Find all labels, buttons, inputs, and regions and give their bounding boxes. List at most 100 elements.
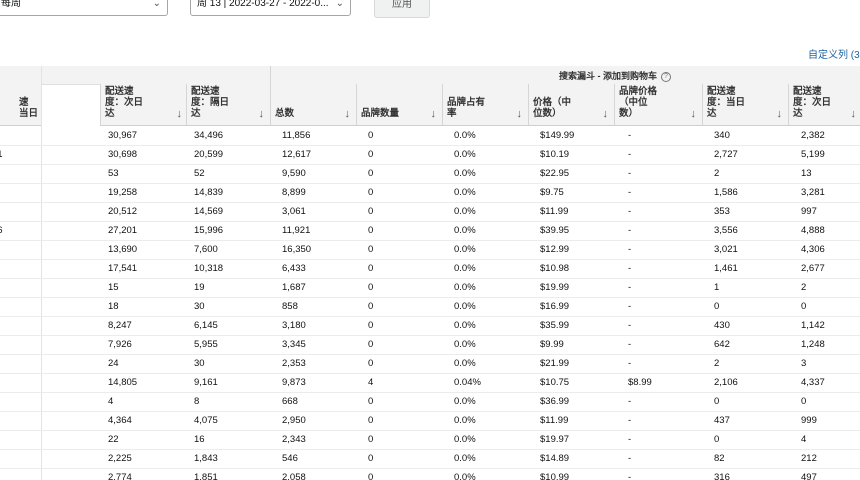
table-cell: - [628,187,632,198]
table-cell: $19.99 [540,282,570,293]
help-icon[interactable]: ? [661,72,671,82]
table-cell: 7,600 [194,244,218,255]
column-header-6[interactable]: 价格（中 位数） ↓ [528,84,614,126]
table-cell: 999 [801,415,817,426]
table-row: 217,54110,3186,43300.0%$10.98-1,4612,677 [0,259,860,279]
table-cell: 0 [368,358,374,369]
column-header-9[interactable]: 配送速 度：次日 达 ↓ [788,84,860,126]
table-row: 530,96734,49611,85600.0%$149.99-3402,382 [0,126,860,146]
table-cell: 2,058 [282,472,306,480]
table-cell: 0.0% [454,415,476,426]
table-cell: 15,996 [194,225,224,236]
column-header-label: 配送速 度：次日 达 [793,86,832,119]
column-header-7[interactable]: 品牌价格 （中位 数） ↓ [614,84,702,126]
table-cell: 0.0% [454,472,476,480]
apply-button[interactable]: 应用 [374,0,430,18]
table-cell: $19.97 [540,434,570,445]
table-cell: 0.0% [454,320,476,331]
sort-arrow-icon[interactable]: ↓ [603,108,609,120]
table-cell: 0.0% [454,282,476,293]
sort-arrow-icon[interactable]: ↓ [851,108,857,120]
table-cell: 0 [368,168,374,179]
table-cell: 1,586 [714,187,738,198]
table-cell: 7,926 [108,339,132,350]
table-cell: $9.75 [540,187,564,198]
table-cell: 0.0% [454,187,476,198]
sort-arrow-icon[interactable]: ↓ [259,108,265,120]
column-header-1[interactable]: 配送速 度：次日 达 ↓ [100,84,188,126]
column-header-label: 总数 [275,108,295,119]
table-cell: $35.99 [540,320,570,331]
sort-arrow-icon[interactable]: ↓ [691,108,697,120]
table-cell: 1,687 [282,282,306,293]
table-cell: 0.0% [454,206,476,217]
sort-arrow-icon[interactable]: ↓ [517,108,523,120]
table-cell: 11,856 [282,130,311,141]
table-cell: 0 [714,434,720,445]
table-cell: 0 [368,339,374,350]
column-header-8[interactable]: 配送速 度：当日 达 ↓ [702,84,788,126]
customize-columns-link[interactable]: 自定义列 (30 [808,46,860,61]
table-cell: 8,247 [108,320,132,331]
column-header-5[interactable]: 品牌占有 率 ↓ [442,84,528,126]
column-header-label: 价格（中 位数） [533,97,572,119]
period-select[interactable]: 每周 ⌄ [0,0,168,16]
column-header-3[interactable]: 总数 ↓ [270,84,356,126]
table-cell: - [628,396,632,407]
table-row: 18 30 858 0 0.0% $16.99 - 0 0 [0,297,860,317]
table-cell: - [628,244,632,255]
sort-arrow-icon[interactable]: ↓ [177,108,183,120]
table-cell: 2 [714,358,720,369]
table-cell: 0.0% [454,396,476,407]
table-cell: 0 [714,396,720,407]
table-cell: 1 [714,282,720,293]
chevron-down-icon: ⌄ [335,0,344,9]
table-cell: 5,955 [194,339,218,350]
table-cell: - [628,453,632,464]
table-cell: 0 [368,453,374,464]
table-cell: 52 [194,168,205,179]
funnel-group-title: 搜索漏斗 - 添加到购物车? [559,69,671,82]
column-header-2[interactable]: 配送速 度：隔日 达 ↓ [186,84,270,126]
table-row: 54,3644,0752,95000.0%$11.99-437999 [0,411,860,431]
table-cell: 19 [194,282,205,293]
table-cell: 0.0% [454,225,476,236]
column-header-0[interactable]: 速 当日 [0,84,42,126]
table-cell: 0.0% [454,149,476,160]
table-cell: 30,967 [108,130,138,141]
sort-arrow-icon[interactable]: ↓ [777,108,783,120]
table-cell: 20,512 [108,206,138,217]
column-header-label: 品牌数量 [361,108,400,119]
table-cell: 0 [368,244,374,255]
table-cell: $36.99 [540,396,570,407]
table-cell: - [628,320,632,331]
column-header-label: 速 当日 [18,97,38,119]
table-cell: 2 [801,282,807,293]
table-cell: - [628,339,632,350]
table-cell: 0 [368,415,374,426]
sort-arrow-icon[interactable]: ↓ [345,108,351,120]
sort-arrow-icon[interactable]: ↓ [431,108,437,120]
table-cell: 34,496 [194,130,224,141]
table-cell: $12.99 [540,244,570,255]
table-cell: 642 [714,339,730,350]
table-cell: 0.0% [454,434,476,445]
week-select[interactable]: 周 13 | 2022-03-27 - 2022-0... ⌄ [190,0,351,16]
header-group-funnel: 搜索漏斗 - 添加到购物车? [270,66,860,85]
table-cell: 30 [194,301,205,312]
period-select-value: 每周 [1,0,21,9]
column-header-4[interactable]: 品牌数量 ↓ [356,84,442,126]
table-cell: 0.04% [454,377,481,388]
table-row: 22 16 2,343 0 0.0% $19.97 - 0 4 [0,430,860,450]
table-cell: 31 [0,149,3,160]
table-cell: - [628,415,632,426]
table-cell: 0.0% [454,358,476,369]
table-cell: $21.99 [540,358,570,369]
table-cell: - [628,130,632,141]
table-cell: 0 [368,130,374,141]
table-cell: 4 [368,377,374,388]
table-cell: 3,281 [801,187,825,198]
table-cell: 4,075 [194,415,218,426]
table-cell: 2,343 [282,434,306,445]
table-cell: 0.0% [454,244,476,255]
